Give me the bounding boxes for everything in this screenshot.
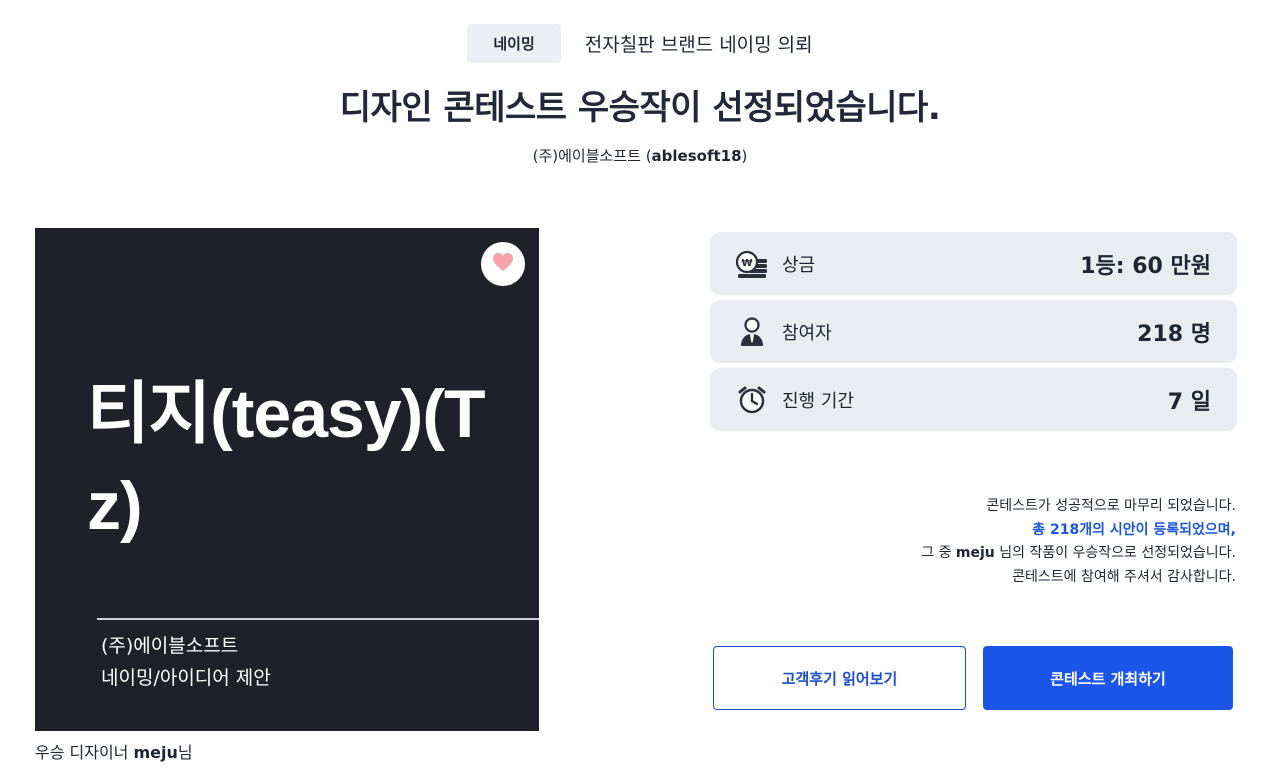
svg-text:₩: ₩ (741, 258, 752, 269)
stat-prize-label: 상금 (782, 254, 816, 276)
stat-participants-label: 참여자 (782, 322, 832, 344)
client-line: (주)에이블소프트 (ablesoft18) (532, 147, 748, 165)
request-title: 전자칠판 브랜드 네이밍 의뢰 (584, 34, 813, 56)
participant-person-icon (736, 316, 768, 348)
stat-prize-value: 1등: 60 만원 (1080, 253, 1211, 279)
category-chip[interactable]: 네이밍 (467, 24, 561, 63)
contest-header-row: 네이밍 전자칠판 브랜드 네이밍 의뢰 (0, 24, 1280, 63)
like-button[interactable] (481, 242, 525, 286)
winning-artwork[interactable]: 티지(teasy)(Tz) (주)에이블소프트 네이밍/아이디어 제안 (35, 228, 539, 731)
stat-period: 진행 기간 7 일 (710, 368, 1237, 431)
prize-coins-icon: ₩ (736, 248, 768, 280)
client-name: (주)에이블소프트 (532, 147, 641, 165)
client-id[interactable]: ablesoft18 (652, 147, 742, 165)
result-line-3: 그 중 meju 님의 작품이 우승작으로 선정되었습니다. (921, 545, 1236, 561)
designer-name[interactable]: meju (134, 743, 178, 762)
result-message: 콘테스트가 성공적으로 마무리 되었습니다. 총 218개의 시안이 등록되었으… (921, 495, 1236, 589)
result-winner-name: meju (955, 545, 995, 561)
heart-icon (492, 252, 514, 276)
read-reviews-button[interactable]: 고객후기 읽어보기 (713, 646, 966, 710)
artwork-company: (주)에이블소프트 (101, 635, 239, 657)
host-contest-button[interactable]: 콘테스트 개최하기 (983, 646, 1233, 710)
stat-period-label: 진행 기간 (782, 390, 854, 412)
result-line-1: 콘테스트가 성공적으로 마무리 되었습니다. (986, 498, 1236, 514)
designer-prefix: 우승 디자이너 (35, 743, 129, 762)
designer-suffix: 님 (177, 743, 193, 762)
alarm-clock-icon (736, 384, 768, 416)
stat-participants-value: 218 명 (1137, 321, 1211, 347)
artwork-type: 네이밍/아이디어 제안 (101, 667, 271, 689)
result-line-2: 총 218개의 시안이 등록되었으며, (1032, 521, 1236, 538)
winning-designer: 우승 디자이너 meju님 (35, 739, 193, 763)
page-title: 디자인 콘테스트 우승작이 선정되었습니다. (339, 88, 941, 128)
stat-prize: ₩ 상금 1등: 60 만원 (710, 232, 1237, 295)
artwork-divider (97, 618, 539, 620)
artwork-name: 티지(teasy)(Tz) (87, 376, 486, 544)
stat-period-value: 7 일 (1167, 389, 1211, 415)
stat-participants: 참여자 218 명 (710, 300, 1237, 363)
result-line-4: 콘테스트에 참여해 주셔서 감사합니다. (1012, 568, 1236, 585)
